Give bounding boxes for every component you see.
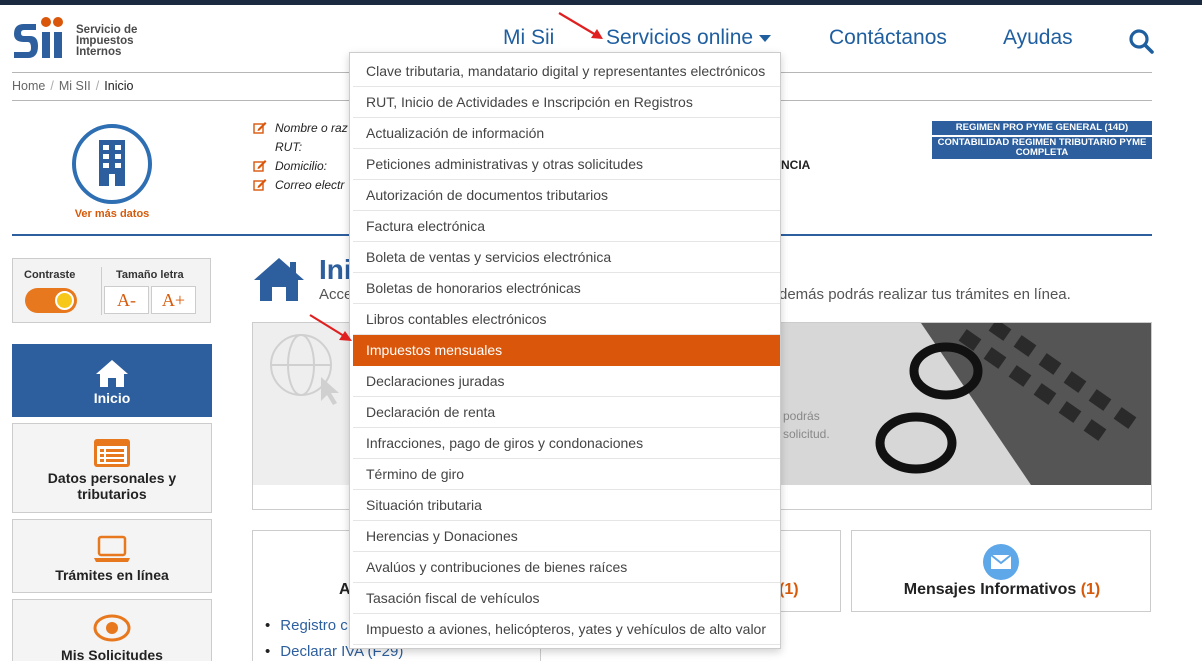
sidebar-item-tramites[interactable]: Trámites en línea — [12, 519, 212, 593]
ver-mas-datos-link[interactable]: Ver más datos — [56, 208, 168, 220]
card-mensajes[interactable]: Mensajes Informativos (1) — [851, 530, 1151, 612]
sii-logo[interactable]: Servicio de Impuestos Internos — [12, 14, 152, 64]
breadcrumb-mi-sii[interactable]: Mi SII — [59, 79, 91, 93]
nav-ayudas[interactable]: Ayudas — [1003, 26, 1073, 54]
nav-servicios-label: Servicios online — [606, 26, 754, 49]
regimen-badge[interactable]: REGIMEN PRO PYME GENERAL (14D) — [932, 121, 1152, 135]
annotation-arrow-icon — [558, 12, 603, 39]
eye-icon — [93, 614, 131, 642]
nav-contactanos[interactable]: Contáctanos — [829, 26, 947, 54]
sidebar-item-label: Inicio — [93, 390, 131, 406]
breadcrumb-current: Inicio — [104, 79, 134, 93]
dropdown-item[interactable]: Declaración de renta — [353, 397, 780, 428]
sii-logo-text: Servicio de Impuestos Internos — [76, 24, 138, 58]
dropdown-item[interactable]: Libros contables electrónicos — [353, 304, 780, 335]
dropdown-item[interactable]: Boleta de ventas y servicios electrónica — [353, 242, 780, 273]
edit-icon[interactable] — [253, 178, 267, 191]
dropdown-item[interactable]: Infracciones, pago de giros y condonacio… — [353, 428, 780, 459]
sidebar-item-label: Mis Solicitudes — [61, 647, 163, 661]
profile-correo-label: Correo electr — [275, 178, 345, 192]
dropdown-item[interactable]: Avalúos y contribuciones de bienes raíce… — [353, 552, 780, 583]
profile-correo: Correo electr — [253, 178, 344, 192]
dropdown-item[interactable]: Impuesto a aviones, helicópteros, yates … — [353, 614, 780, 645]
profile-domicilio-label: Domicilio: — [275, 159, 328, 173]
sun-icon — [55, 291, 74, 310]
dropdown-item[interactable]: Declaraciones juradas — [353, 366, 780, 397]
sidebar-item-inicio[interactable]: Inicio — [12, 344, 212, 417]
font-increase-button[interactable]: A+ — [151, 286, 196, 314]
id-card-icon — [94, 439, 130, 467]
contrast-label: Contraste — [24, 269, 76, 281]
home-icon — [254, 258, 304, 301]
notification-count: (1) — [779, 581, 799, 598]
dropdown-item[interactable]: Impuestos mensuales — [353, 335, 780, 366]
page-subtitle-right: demás podrás realizar tus trámites en lí… — [779, 286, 1071, 303]
sidebar-item-datos[interactable]: Datos personales y tributarios — [12, 423, 212, 513]
nav-servicios-online[interactable]: Servicios online — [606, 26, 772, 54]
accessibility-divider — [101, 267, 102, 315]
contrast-toggle[interactable] — [25, 288, 77, 313]
card-mensajes-title: Mensajes Informativos (1) — [852, 581, 1152, 599]
sidebar-item-label: Trámites en línea — [55, 567, 169, 583]
dropdown-item[interactable]: Herencias y Donaciones — [353, 521, 780, 552]
building-icon[interactable] — [72, 124, 152, 204]
message-count: (1) — [1080, 581, 1101, 598]
nav-mi-sii[interactable]: Mi Sii — [503, 26, 554, 54]
search-icon[interactable] — [1128, 28, 1154, 54]
profile-rut: RUT: — [275, 140, 303, 154]
accessibility-panel: Contraste Tamaño letra A- A+ — [12, 258, 211, 323]
edit-icon[interactable] — [253, 159, 267, 172]
dropdown-item[interactable]: RUT, Inicio de Actividades e Inscripción… — [353, 87, 780, 118]
contabilidad-badge[interactable]: CONTABILIDAD REGIMEN TRIBUTARIO PYME COM… — [932, 137, 1152, 159]
servicios-online-dropdown: Clave tributaria, mandatario digital y r… — [349, 52, 781, 649]
card-mensajes-label: Mensajes Informativos — [903, 581, 1077, 598]
page-title: Ini — [319, 254, 352, 285]
dropdown-item[interactable]: Factura electrónica — [353, 211, 780, 242]
banner-photo — [781, 323, 1151, 485]
top-bar — [0, 0, 1202, 5]
dropdown-item[interactable]: Término de giro — [353, 459, 780, 490]
breadcrumb: Home / Mi SII / Inicio — [12, 79, 134, 93]
dropdown-item[interactable]: Clave tributaria, mandatario digital y r… — [353, 56, 780, 87]
banner-ghost-text-1: podrás — [783, 409, 820, 423]
laptop-icon — [94, 535, 130, 562]
caret-down-icon — [759, 34, 772, 42]
edit-icon[interactable] — [253, 121, 267, 134]
dropdown-item[interactable]: Boletas de honorarios electrónicas — [353, 273, 780, 304]
profile-partial-value: NCIA — [781, 158, 811, 172]
dropdown-item[interactable]: Situación tributaria — [353, 490, 780, 521]
font-decrease-button[interactable]: A- — [104, 286, 149, 314]
dropdown-item[interactable]: Tasación fiscal de vehículos — [353, 583, 780, 614]
profile-nombre-label: Nombre o raz — [275, 121, 348, 135]
dropdown-item[interactable]: Actualización de información — [353, 118, 780, 149]
sii-logo-mark — [14, 17, 63, 58]
mail-icon — [983, 544, 1019, 580]
profile-domicilio: Domicilio: — [253, 159, 327, 173]
dropdown-item[interactable]: Peticiones administrativas y otras solic… — [353, 149, 780, 180]
font-size-label: Tamaño letra — [116, 269, 184, 281]
banner-ghost-text-2: solicitud. — [783, 427, 830, 441]
dropdown-item[interactable]: Autorización de documentos tributarios — [353, 180, 780, 211]
page-subtitle-left: Acce — [319, 286, 353, 303]
card-notificaciones[interactable]: (1) — [779, 530, 841, 612]
sidebar-item-label: Datos personales y tributarios — [47, 470, 177, 502]
profile-nombre: Nombre o raz — [253, 121, 348, 135]
home-icon — [96, 360, 128, 387]
breadcrumb-home[interactable]: Home — [12, 79, 45, 93]
sidebar-item-solicitudes[interactable]: Mis Solicitudes — [12, 599, 212, 661]
annotation-arrow-icon — [309, 314, 352, 341]
